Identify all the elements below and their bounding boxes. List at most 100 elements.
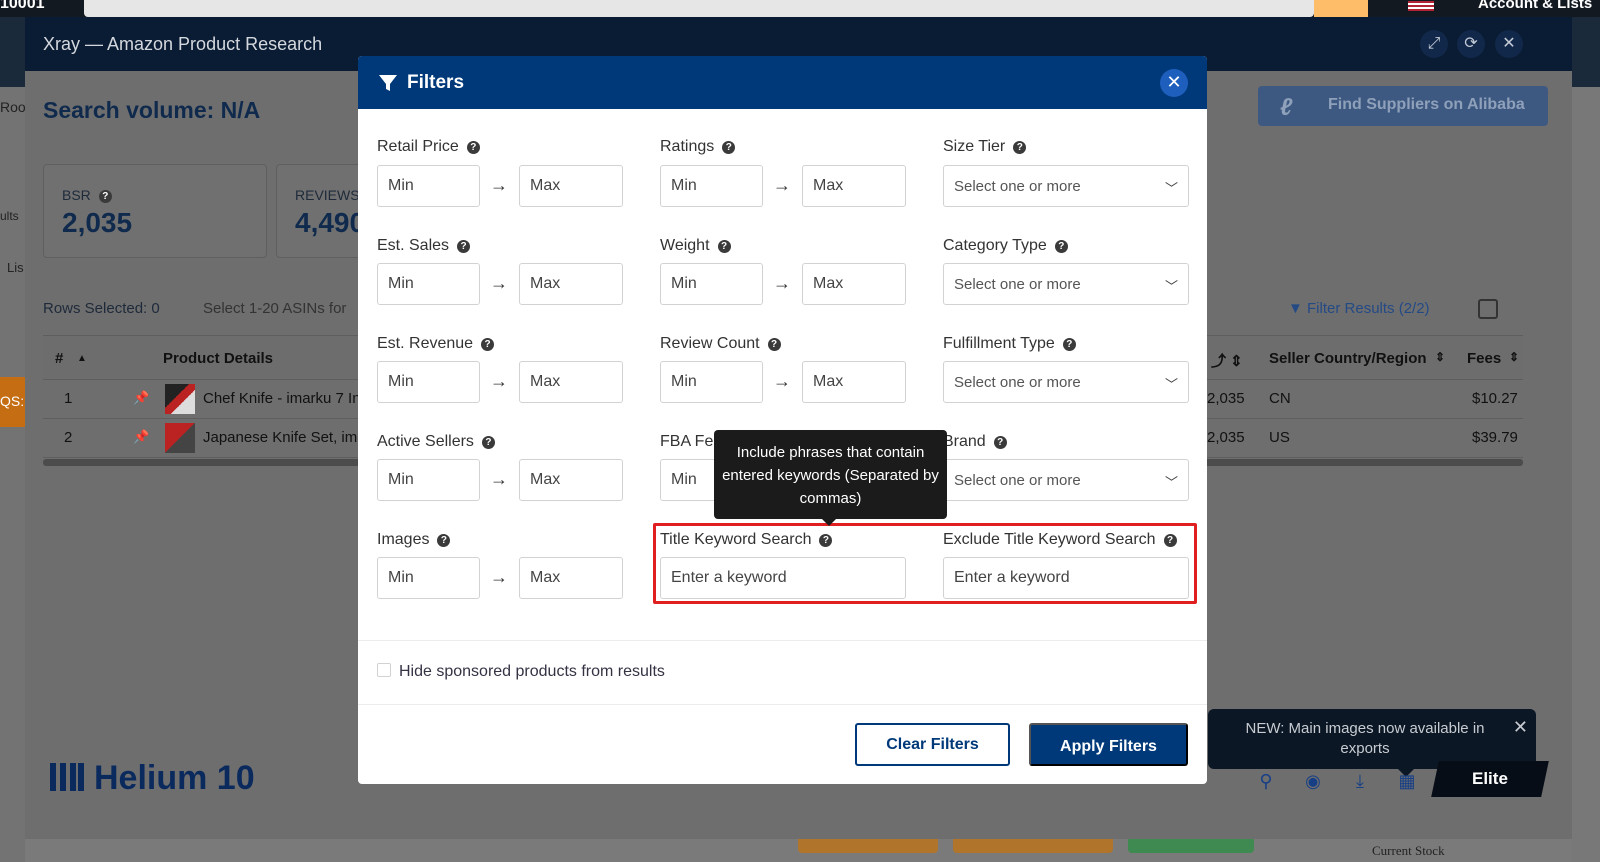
filters-modal: Filters ✕ Retail Price? Min → Max Est. S… bbox=[358, 56, 1207, 784]
refresh-icon[interactable]: ⟳ bbox=[1457, 30, 1485, 58]
row-fees: $10.27 bbox=[1472, 390, 1518, 407]
sort-asc-icon[interactable]: ▲ bbox=[77, 353, 87, 364]
helium10-mark-icon bbox=[50, 763, 84, 791]
col-product-details[interactable]: Product Details bbox=[163, 350, 273, 367]
traffic-source-button[interactable] bbox=[1128, 839, 1254, 853]
sort-icon[interactable]: ⇕ bbox=[1435, 350, 1445, 364]
pin-icon[interactable]: ⚲ bbox=[1256, 771, 1276, 791]
product-thumbnail[interactable] bbox=[165, 384, 195, 414]
hide-sponsored-checkbox[interactable]: Hide sponsored products from results bbox=[377, 663, 665, 681]
trend-icon[interactable]: ⤴ ⇕ bbox=[1211, 350, 1243, 371]
fulfillment-type-label: Fulfillment Type? bbox=[943, 335, 1076, 353]
rows-selected: Rows Selected: 0 bbox=[43, 300, 160, 317]
keyword-search-highlight bbox=[653, 523, 1197, 604]
review-count-min[interactable]: Min bbox=[660, 361, 763, 403]
size-tier-label: Size Tier? bbox=[943, 138, 1027, 156]
size-tier-select[interactable]: Select one or more ﹀ bbox=[943, 165, 1189, 207]
filters-header: Filters ✕ bbox=[358, 56, 1207, 109]
weight-min[interactable]: Min bbox=[660, 263, 763, 305]
apply-filters-button[interactable]: Apply Filters bbox=[1029, 723, 1188, 766]
left-edge-text: ults bbox=[0, 209, 19, 223]
help-icon: ? bbox=[1054, 240, 1068, 253]
est-sales-min[interactable]: Min bbox=[377, 263, 480, 305]
images-min[interactable]: Min bbox=[377, 557, 480, 599]
brand-select[interactable]: Select one or more ﹀ bbox=[943, 459, 1189, 501]
est-revenue-max[interactable]: Max bbox=[519, 361, 623, 403]
download-icon[interactable]: ⤓ bbox=[1350, 771, 1370, 791]
row-product[interactable]: Chef Knife - imarku 7 In bbox=[203, 390, 361, 407]
amazon-right-nav bbox=[1568, 17, 1600, 87]
arrow-icon: → bbox=[773, 273, 791, 293]
sort-icon[interactable]: ⇕ bbox=[1509, 350, 1519, 364]
row-num: 2 bbox=[64, 429, 73, 446]
plan-badge: Elite bbox=[1431, 761, 1549, 797]
new-feature-toast: NEW: Main images now available in export… bbox=[1208, 709, 1536, 777]
us-flag-icon[interactable] bbox=[1408, 1, 1434, 11]
amazon-top-bar: 10001 Account & Lists bbox=[0, 0, 1600, 17]
active-sellers-max[interactable]: Max bbox=[519, 459, 623, 501]
row-country: US bbox=[1269, 429, 1290, 446]
table-icon[interactable]: ▦ bbox=[1397, 771, 1417, 791]
weight-max[interactable]: Max bbox=[802, 263, 906, 305]
est-revenue-label: Est. Revenue? bbox=[377, 335, 495, 353]
est-revenue-min[interactable]: Min bbox=[377, 361, 480, 403]
amazon-zip: 10001 bbox=[0, 0, 45, 12]
retail-price-max[interactable]: Max bbox=[519, 165, 623, 207]
download-reviews-button[interactable] bbox=[953, 839, 1113, 853]
arrow-icon: → bbox=[490, 175, 508, 195]
review-analysis-button[interactable] bbox=[798, 839, 938, 853]
help-icon: ? bbox=[98, 190, 112, 203]
fulfillment-type-select[interactable]: Select one or more ﹀ bbox=[943, 361, 1189, 403]
retail-price-label: Retail Price? bbox=[377, 138, 480, 156]
retail-price-min[interactable]: Min bbox=[377, 165, 480, 207]
category-type-select[interactable]: Select one or more ﹀ bbox=[943, 263, 1189, 305]
xray-title: Xray — Amazon Product Research bbox=[43, 34, 323, 54]
product-thumbnail[interactable] bbox=[165, 423, 195, 453]
left-edge-text: Lis bbox=[7, 260, 24, 275]
bsr-card: BSR? 2,035 bbox=[43, 164, 267, 258]
expand-icon[interactable]: ⤢ bbox=[1420, 30, 1448, 58]
review-count-max[interactable]: Max bbox=[802, 361, 906, 403]
amazon-search-button[interactable] bbox=[1314, 0, 1368, 17]
row-bsr: 2,035 bbox=[1207, 429, 1245, 446]
clear-filters-button[interactable]: Clear Filters bbox=[855, 723, 1010, 766]
weight-label: Weight? bbox=[660, 237, 731, 255]
amazon-account-link[interactable]: Account & Lists bbox=[1478, 0, 1592, 12]
close-icon[interactable]: ✕ bbox=[1160, 69, 1188, 97]
ratings-min[interactable]: Min bbox=[660, 165, 763, 207]
amazon-search-input[interactable] bbox=[84, 0, 1314, 17]
est-sales-max[interactable]: Max bbox=[519, 263, 623, 305]
bsr-label: BSR? bbox=[62, 187, 112, 203]
hide-sponsored-label: Hide sponsored products from results bbox=[399, 663, 665, 680]
help-icon: ? bbox=[481, 436, 495, 449]
find-suppliers-label: Find Suppliers on Alibaba bbox=[1328, 96, 1525, 113]
reviews-value: 4,490 bbox=[295, 207, 366, 238]
help-icon: ? bbox=[722, 141, 736, 154]
reviews-label: REVIEWS bbox=[295, 187, 360, 203]
checkbox-icon[interactable] bbox=[377, 663, 391, 677]
ratings-max[interactable]: Max bbox=[802, 165, 906, 207]
toast-text: NEW: Main images now available in export… bbox=[1245, 720, 1485, 757]
pin-icon[interactable]: 📌 bbox=[133, 429, 149, 445]
row-product[interactable]: Japanese Knife Set, ima bbox=[203, 429, 366, 446]
camera-icon[interactable]: ◉ bbox=[1303, 771, 1323, 791]
column-settings-icon[interactable] bbox=[1478, 299, 1498, 319]
row-num: 1 bbox=[64, 390, 73, 407]
images-max[interactable]: Max bbox=[519, 557, 623, 599]
col-seller-country[interactable]: Seller Country/Region bbox=[1269, 350, 1427, 367]
close-icon[interactable]: ✕ bbox=[1495, 30, 1523, 58]
filter-results-link[interactable]: ▼ Filter Results (2/2) bbox=[1288, 300, 1430, 317]
chevron-down-icon: ﹀ bbox=[1164, 475, 1178, 490]
col-fees[interactable]: Fees bbox=[1467, 350, 1501, 367]
amazon-left-nav bbox=[0, 17, 25, 87]
close-icon[interactable]: ✕ bbox=[1513, 717, 1528, 737]
est-sales-label: Est. Sales? bbox=[377, 237, 471, 255]
help-icon: ? bbox=[466, 141, 480, 154]
help-icon: ? bbox=[993, 436, 1007, 449]
arrow-icon: → bbox=[773, 175, 791, 195]
help-icon: ? bbox=[717, 240, 731, 253]
active-sellers-min[interactable]: Min bbox=[377, 459, 480, 501]
find-suppliers-button[interactable]: ℓ Find Suppliers on Alibaba bbox=[1258, 86, 1548, 126]
col-num[interactable]: # bbox=[55, 350, 63, 367]
pin-icon[interactable]: 📌 bbox=[133, 390, 149, 406]
